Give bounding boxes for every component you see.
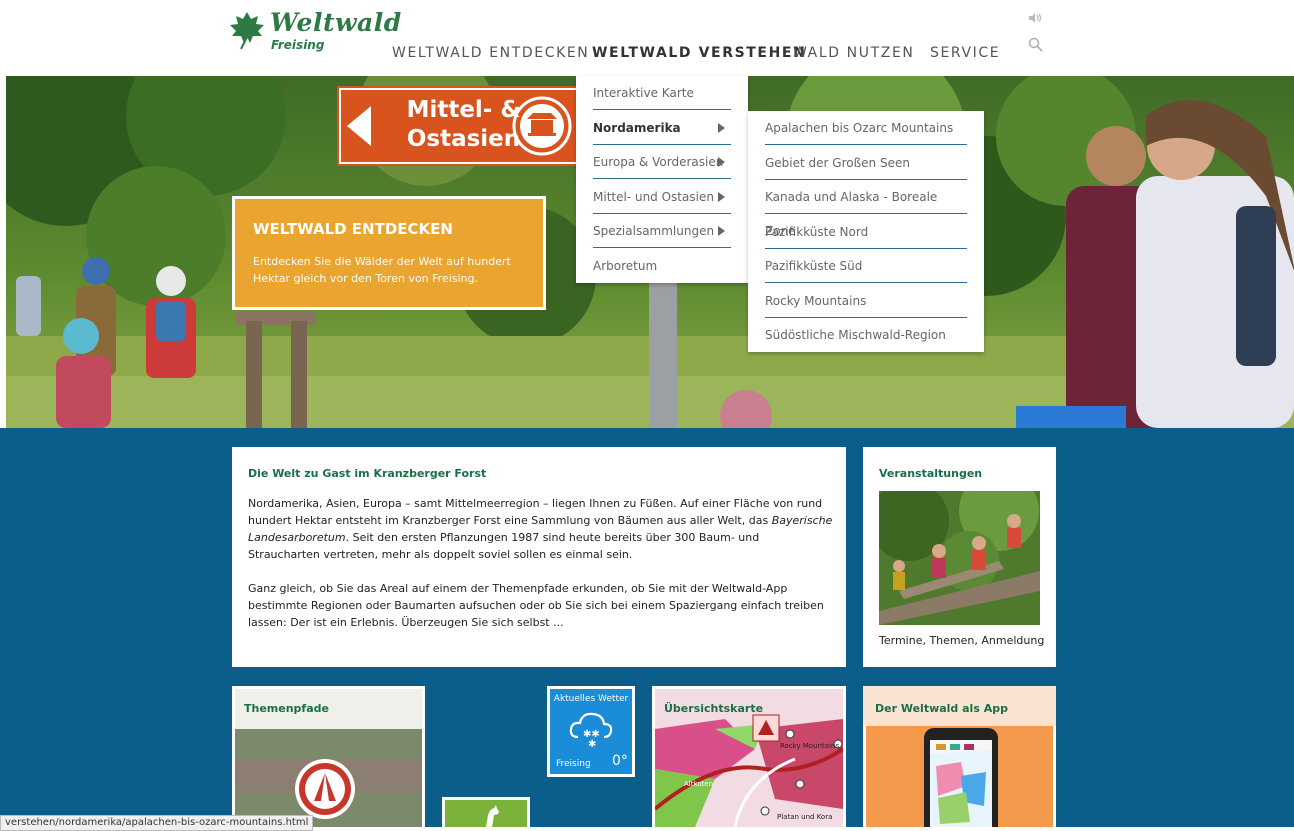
menu-item-arboretum[interactable]: Arboretum [593, 249, 731, 283]
search-icon[interactable] [1028, 37, 1043, 52]
teaser-box[interactable]: WELTWALD ENTDECKEN Entdecken Sie die Wäl… [232, 196, 546, 310]
events-caption[interactable]: Termine, Themen, Anmeldung [879, 634, 1044, 647]
events-title[interactable]: Veranstaltungen [879, 467, 982, 480]
chevron-right-icon [718, 192, 725, 202]
sign-text: Mittel- & Ostasien [391, 96, 536, 154]
map-label-rocky: Rocky Mountains [780, 742, 840, 750]
dropdown-weltwald-verstehen: Interaktive Karte Nordamerika Europa & V… [576, 76, 748, 283]
logo-subtitle: Freising [271, 38, 325, 52]
sign-line-1: Mittel- & [406, 97, 521, 123]
submenu-item-pazifik-sued[interactable]: Pazifikküste Süd [765, 249, 967, 283]
submenu-item-suedoestliche-mischwald[interactable]: Südöstliche Mischwald-Region [765, 318, 967, 352]
nav-weltwald-verstehen[interactable]: WELTWALD VERSTEHEN [592, 45, 806, 61]
menu-item-mittel-ostasien[interactable]: Mittel- und Ostasien [593, 180, 731, 214]
site-header: Weltwald Freising WELTWALD ENTDECKEN WEL… [0, 0, 1294, 76]
submenu-item-grosse-seen[interactable]: Gebiet der Großen Seen [765, 146, 967, 180]
intro-paragraph-2: Ganz gleich, ob Sie das Areal auf einem … [248, 582, 824, 629]
uebersichtskarte-card[interactable]: Rocky Mountains Altkoten Platan und Kora… [652, 686, 846, 827]
intro-paragraph-1: Nordamerika, Asien, Europa – samt Mittel… [248, 495, 833, 563]
submenu-item-rocky-mountains[interactable]: Rocky Mountains [765, 284, 967, 318]
themenpfade-card[interactable]: Themenpfade [232, 686, 425, 827]
menu-item-label: Interaktive Karte [593, 86, 694, 100]
nav-weltwald-entdecken[interactable]: WELTWALD ENTDECKEN [392, 45, 589, 61]
logo-wordmark[interactable]: Weltwald [270, 8, 402, 37]
map-label-platan: Platan und Kora [777, 813, 833, 821]
menu-item-label: Europa & Vorderasien [593, 155, 724, 169]
weather-widget[interactable]: Aktuelles Wetter ✱✱ ✱ Freising 0° [547, 686, 635, 777]
themenpfade-title[interactable]: Themenpfade [244, 702, 329, 715]
intro-title: Die Welt zu Gast im Kranzberger Forst [248, 467, 487, 480]
chevron-right-icon [718, 123, 725, 133]
menu-item-label: Mittel- und Ostasien [593, 190, 714, 204]
snow-cloud-icon: ✱✱ ✱ [569, 712, 613, 749]
app-card[interactable]: Der Weltwald als App [863, 686, 1056, 827]
weather-place: Freising [556, 759, 591, 769]
submenu-item-apalachen[interactable]: Apalachen bis Ozarc Mountains [765, 111, 967, 145]
map-label-altkoten: Altkoten [684, 780, 714, 788]
weather-panel: Aktuelles Wetter ✱✱ ✱ Freising 0° [550, 689, 632, 774]
browser-status-bar: verstehen/nordamerika/apalachen-bis-ozar… [0, 815, 314, 831]
logo-leaf-icon[interactable] [228, 10, 266, 50]
sign-line-2: Ostasien [406, 126, 521, 152]
teaser-text: Entdecken Sie die Wälder der Welt auf hu… [253, 255, 511, 285]
chevron-right-icon [718, 226, 725, 236]
animal-icon [486, 805, 499, 827]
submenu-item-pazifik-nord[interactable]: Pazifikküste Nord [765, 215, 967, 249]
nav-wald-nutzen[interactable]: WALD NUTZEN [793, 45, 914, 61]
chevron-right-icon [718, 157, 725, 167]
speaker-icon[interactable] [1028, 11, 1042, 25]
uebersichtskarte-title[interactable]: Übersichtskarte [664, 702, 763, 715]
weather-temp: 0° [612, 753, 628, 769]
menu-item-europa-vorderasien[interactable]: Europa & Vorderasien [593, 145, 731, 179]
events-card[interactable]: Veranstaltungen Termine, Themen, Anmeldu… [863, 447, 1056, 667]
weather-title: Aktuelles Wetter [553, 694, 629, 704]
intro-text-a: Nordamerika, Asien, Europa – samt Mittel… [248, 497, 823, 527]
menu-item-spezialsammlungen[interactable]: Spezialsammlungen [593, 214, 731, 248]
submenu-item-kanada-alaska[interactable]: Kanada und Alaska - Boreale Zone [765, 180, 967, 238]
events-photo[interactable] [879, 491, 1040, 625]
intro-card: Die Welt zu Gast im Kranzberger Forst No… [232, 447, 846, 667]
menu-item-label: Arboretum [593, 259, 658, 273]
svg-text:✱: ✱ [588, 739, 596, 749]
nav-service[interactable]: SERVICE [930, 45, 1000, 61]
menu-item-interaktive-karte[interactable]: Interaktive Karte [593, 76, 731, 110]
app-phone-image[interactable] [866, 726, 1053, 827]
submenu-nordamerika: Apalachen bis Ozarc Mountains Gebiet der… [748, 111, 984, 352]
menu-item-nordamerika[interactable]: Nordamerika [593, 111, 731, 145]
menu-item-label: Spezialsammlungen [593, 224, 715, 238]
menu-item-label: Nordamerika [593, 121, 681, 135]
green-tile[interactable] [442, 797, 530, 827]
app-title[interactable]: Der Weltwald als App [875, 702, 1008, 715]
teaser-title[interactable]: WELTWALD ENTDECKEN [253, 220, 453, 238]
